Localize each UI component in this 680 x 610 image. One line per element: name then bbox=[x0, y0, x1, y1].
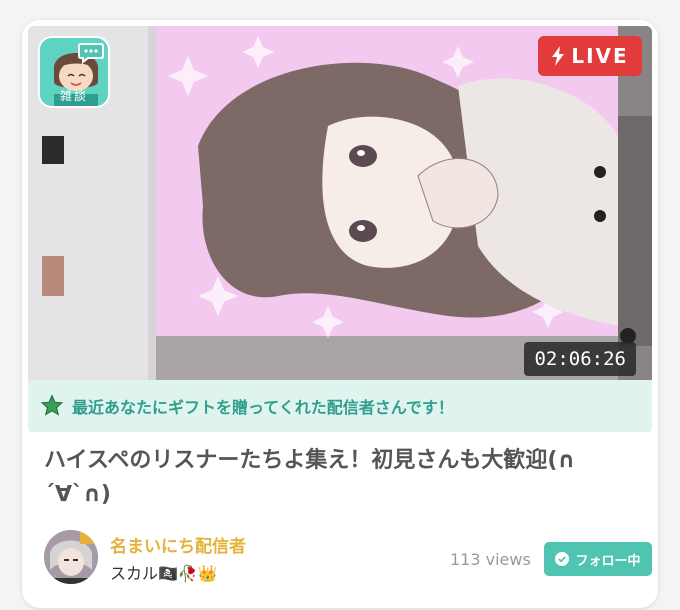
stream-duration: 02:06:26 bbox=[524, 342, 636, 376]
category-label: 雑談 bbox=[59, 89, 88, 103]
thumbnail-illustration bbox=[28, 26, 652, 394]
following-label: フォロー中 bbox=[575, 553, 641, 569]
streamer-avatar-image bbox=[44, 530, 98, 584]
following-button[interactable]: フォロー中 bbox=[544, 542, 652, 576]
star-icon bbox=[40, 394, 64, 416]
streamer-avatar[interactable] bbox=[44, 530, 98, 584]
lightning-icon bbox=[552, 46, 565, 66]
category-badge: 雑談 bbox=[38, 36, 110, 108]
chat-bubble-icon bbox=[78, 43, 104, 64]
live-badge: LIVE bbox=[538, 36, 642, 76]
live-label: LIVE bbox=[571, 44, 629, 68]
streamer-subtitle: スカル🏴‍☠️🥀👑 bbox=[110, 564, 218, 583]
streamer-name[interactable]: 名まいにち配信者 bbox=[110, 532, 246, 557]
stream-title[interactable]: ハイスペのリスナーたちよ集え！初見さんも大歓迎(∩´∀`∩) bbox=[44, 444, 636, 512]
view-count: 113 views bbox=[450, 550, 531, 569]
stream-thumbnail[interactable]: 雑談 LIVE 02:06:26 bbox=[28, 26, 652, 394]
stream-card[interactable]: 雑談 LIVE 02:06:26 最近あなたにギフトを贈ってくれた配信者さんです… bbox=[22, 20, 658, 608]
checkmark-icon bbox=[555, 552, 570, 566]
gift-notice-text: 最近あなたにギフトを贈ってくれた配信者さんです！ bbox=[72, 398, 454, 417]
gift-notice-banner: 最近あなたにギフトを贈ってくれた配信者さんです！ bbox=[28, 380, 652, 432]
